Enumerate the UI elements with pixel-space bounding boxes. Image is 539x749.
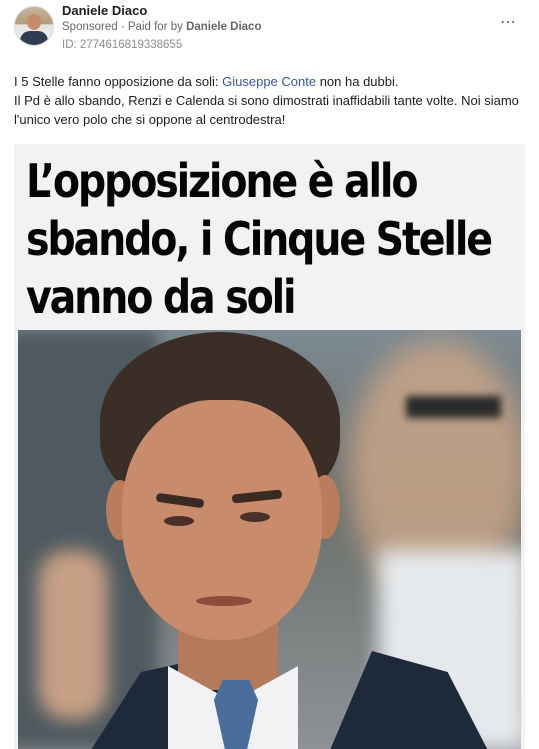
- headline-line-2: sbando, i Cinque Stelle: [26, 212, 493, 266]
- paid-for-name[interactable]: Daniele Diaco: [186, 21, 261, 33]
- meta-separator: ·: [120, 21, 125, 33]
- image-headline: L’opposizione è allo sbando, i Cinque St…: [26, 152, 493, 326]
- post-header: Daniele Diaco Sponsored · Paid for by Da…: [0, 0, 539, 62]
- post-text: I 5 Stelle fanno opposizione da soli: Gi…: [14, 72, 529, 129]
- ad-id: ID: 2774616819338655: [62, 39, 183, 51]
- portrait-eye-right: [240, 512, 270, 522]
- avatar-shirt: [20, 31, 48, 45]
- portrait-mouth: [196, 596, 252, 606]
- avatar-face: [27, 14, 41, 30]
- author-name[interactable]: Daniele Diaco: [62, 3, 147, 18]
- post-text-line1: I 5 Stelle fanno opposizione da soli: Gi…: [14, 72, 529, 91]
- headline-line-1: L’opposizione è allo: [26, 154, 419, 208]
- mention-link[interactable]: Giuseppe Conte: [222, 74, 316, 89]
- portrait-eye-left: [164, 516, 194, 526]
- headline-line-3: vanno da soli: [26, 270, 297, 324]
- photo-background-arm: [38, 550, 108, 720]
- sponsored-label: Sponsored: [62, 21, 118, 33]
- author-avatar[interactable]: [14, 6, 54, 46]
- photo-background-sunglasses: [406, 396, 501, 418]
- text-post: non ha dubbi.: [316, 74, 399, 89]
- sponsored-meta: Sponsored · Paid for by Daniele Diaco: [62, 21, 261, 33]
- more-options-icon[interactable]: ⋯: [500, 12, 517, 32]
- portrait-photo: [18, 330, 521, 749]
- post-text-line2: Il Pd è allo sbando, Renzi e Calenda si …: [14, 93, 519, 127]
- paid-for-prefix: Paid for by: [127, 21, 183, 33]
- post-image[interactable]: L’opposizione è allo sbando, i Cinque St…: [14, 144, 525, 749]
- text-pre: I 5 Stelle fanno opposizione da soli:: [14, 74, 223, 89]
